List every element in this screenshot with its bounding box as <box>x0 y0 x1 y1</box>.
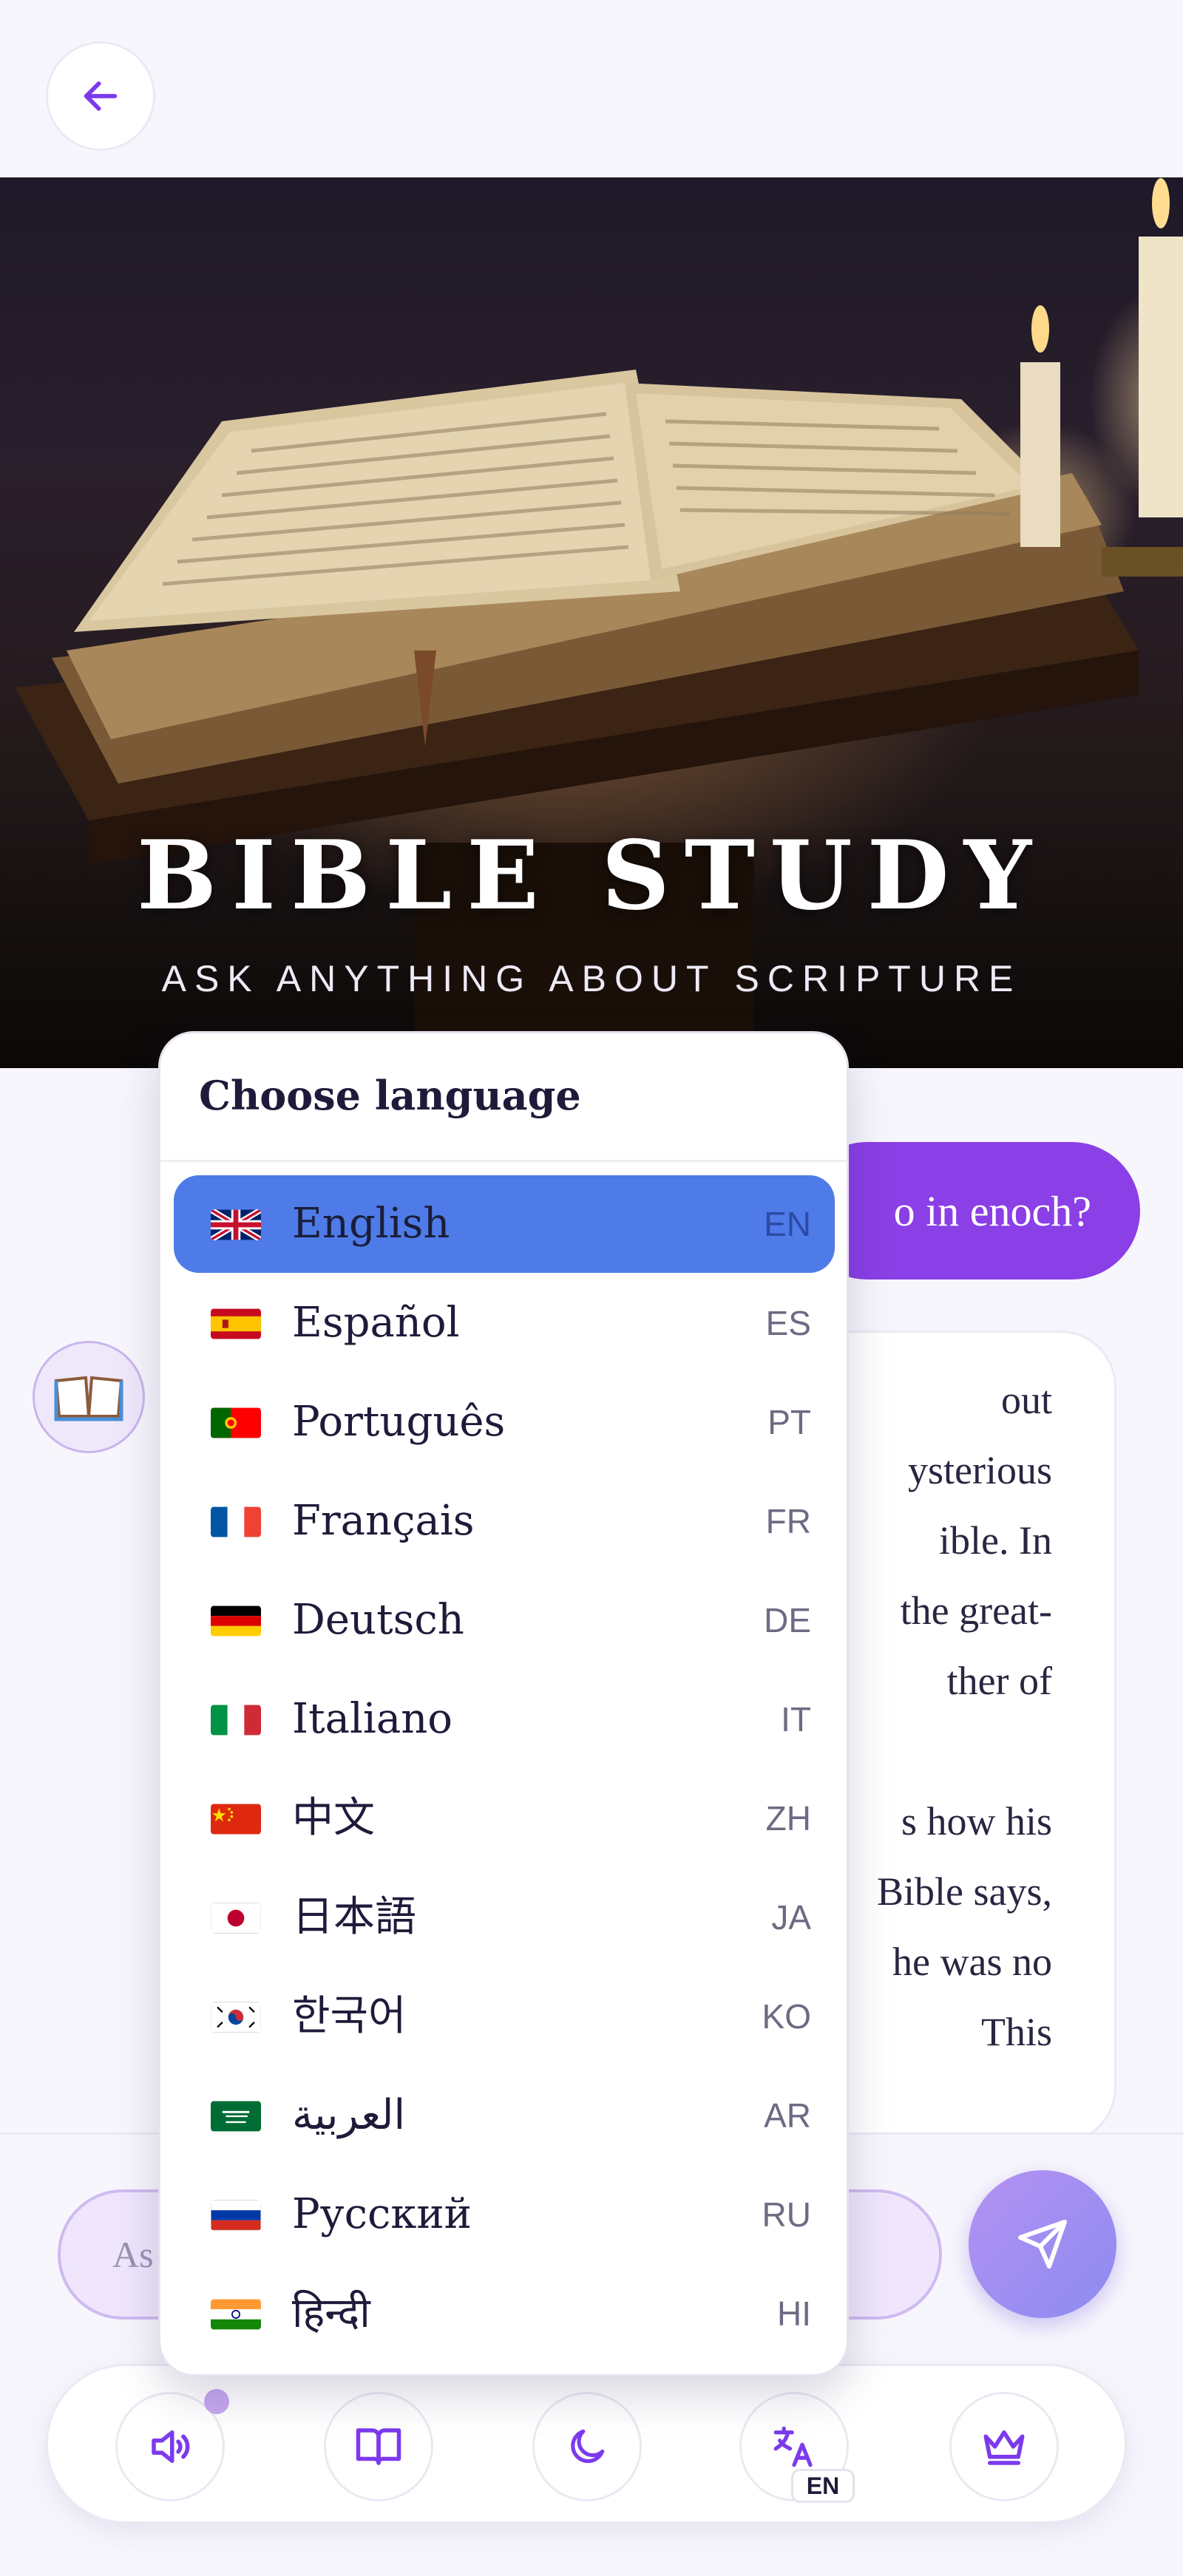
top-bar <box>0 0 1183 177</box>
language-name: 日本語 <box>292 1893 416 1941</box>
moon-icon <box>571 2429 605 2464</box>
language-code: PT <box>767 1403 811 1441</box>
language-menu-title: Choose language <box>160 1033 847 1162</box>
language-option-chinese[interactable]: 中文 ZH <box>174 1770 835 1867</box>
language-code: JA <box>771 1898 811 1937</box>
language-option-spanish[interactable]: Español ES <box>174 1274 835 1372</box>
page-subtitle: ASK ANYTHING ABOUT SCRIPTURE <box>161 958 1022 999</box>
language-option-french[interactable]: Français FR <box>174 1472 835 1570</box>
book-icon <box>356 2428 401 2465</box>
language-code: HI <box>777 2294 811 2333</box>
language-option-korean[interactable]: 한국어 KO <box>174 1968 835 2065</box>
language-name: Português <box>292 1398 506 1446</box>
language-option-russian[interactable]: Русский RU <box>174 2166 835 2263</box>
language-name: Français <box>292 1497 475 1545</box>
arrow-left-icon <box>84 81 118 111</box>
south-korea-flag-icon <box>211 2002 261 2033</box>
user-message-bubble: o in enoch? <box>799 1142 1140 1279</box>
russia-flag-icon <box>211 2200 261 2231</box>
language-name: 中文 <box>292 1794 375 1842</box>
germany-flag-icon <box>211 1605 261 1637</box>
language-menu: Choose language English EN Español ES Po… <box>158 1031 849 2376</box>
scripture-button[interactable] <box>324 2392 433 2501</box>
language-name: 한국어 <box>292 1992 407 2040</box>
uk-flag-icon <box>211 1209 261 1240</box>
language-option-hindi[interactable]: हिन्दी HI <box>174 2265 835 2362</box>
italy-flag-icon <box>211 1705 261 1736</box>
language-code: ES <box>765 1304 811 1342</box>
send-button[interactable] <box>969 2170 1116 2318</box>
back-button[interactable] <box>46 41 155 151</box>
saudi-arabia-flag-icon <box>211 2101 261 2132</box>
language-name: Русский <box>292 2190 472 2238</box>
language-name: Deutsch <box>292 1596 464 1644</box>
language-option-italian[interactable]: Italiano IT <box>174 1671 835 1768</box>
language-code: IT <box>781 1700 811 1739</box>
open-bible-image <box>15 178 1183 1068</box>
assistant-avatar <box>33 1341 145 1453</box>
language-code: EN <box>764 1205 811 1243</box>
language-name: العربية <box>292 2091 406 2139</box>
open-book-icon <box>54 1376 123 1421</box>
france-flag-icon <box>211 1506 261 1537</box>
language-option-arabic[interactable]: العربية AR <box>174 2067 835 2164</box>
speaker-icon <box>152 2430 190 2463</box>
language-code: AR <box>764 2096 811 2135</box>
portugal-flag-icon <box>211 1407 261 1438</box>
language-code: ZH <box>765 1799 811 1838</box>
user-message-text: o in enoch? <box>893 1186 1091 1235</box>
china-flag-icon <box>211 1804 261 1835</box>
language-name: Español <box>292 1299 460 1347</box>
language-option-japanese[interactable]: 日本語 JA <box>174 1869 835 1966</box>
language-option-german[interactable]: Deutsch DE <box>174 1571 835 1669</box>
notification-dot <box>204 2389 229 2414</box>
translate-icon <box>773 2426 813 2467</box>
japan-flag-icon <box>211 1903 261 1934</box>
crown-icon <box>983 2430 1025 2465</box>
language-name: English <box>292 1200 450 1248</box>
language-name: Italiano <box>292 1695 452 1743</box>
india-flag-icon <box>211 2299 261 2330</box>
hero-banner: BIBLE STUDY ASK ANYTHING ABOUT SCRIPTURE <box>0 177 1183 1068</box>
message-input-placeholder: As <box>112 2234 154 2275</box>
page-title: BIBLE STUDY <box>136 820 1047 931</box>
language-code: DE <box>764 1601 811 1639</box>
language-name: हिन्दी <box>292 2289 370 2337</box>
current-language-badge: EN <box>791 2469 855 2503</box>
premium-button[interactable] <box>949 2392 1059 2501</box>
spain-flag-icon <box>211 1308 261 1339</box>
language-code: KO <box>762 1997 811 2036</box>
send-icon <box>1018 2220 1067 2269</box>
language-option-portuguese[interactable]: Português PT <box>174 1373 835 1471</box>
dark-mode-button[interactable] <box>532 2392 642 2501</box>
language-option-english[interactable]: English EN <box>174 1175 835 1273</box>
language-code: FR <box>765 1502 811 1540</box>
language-code: RU <box>762 2195 811 2234</box>
